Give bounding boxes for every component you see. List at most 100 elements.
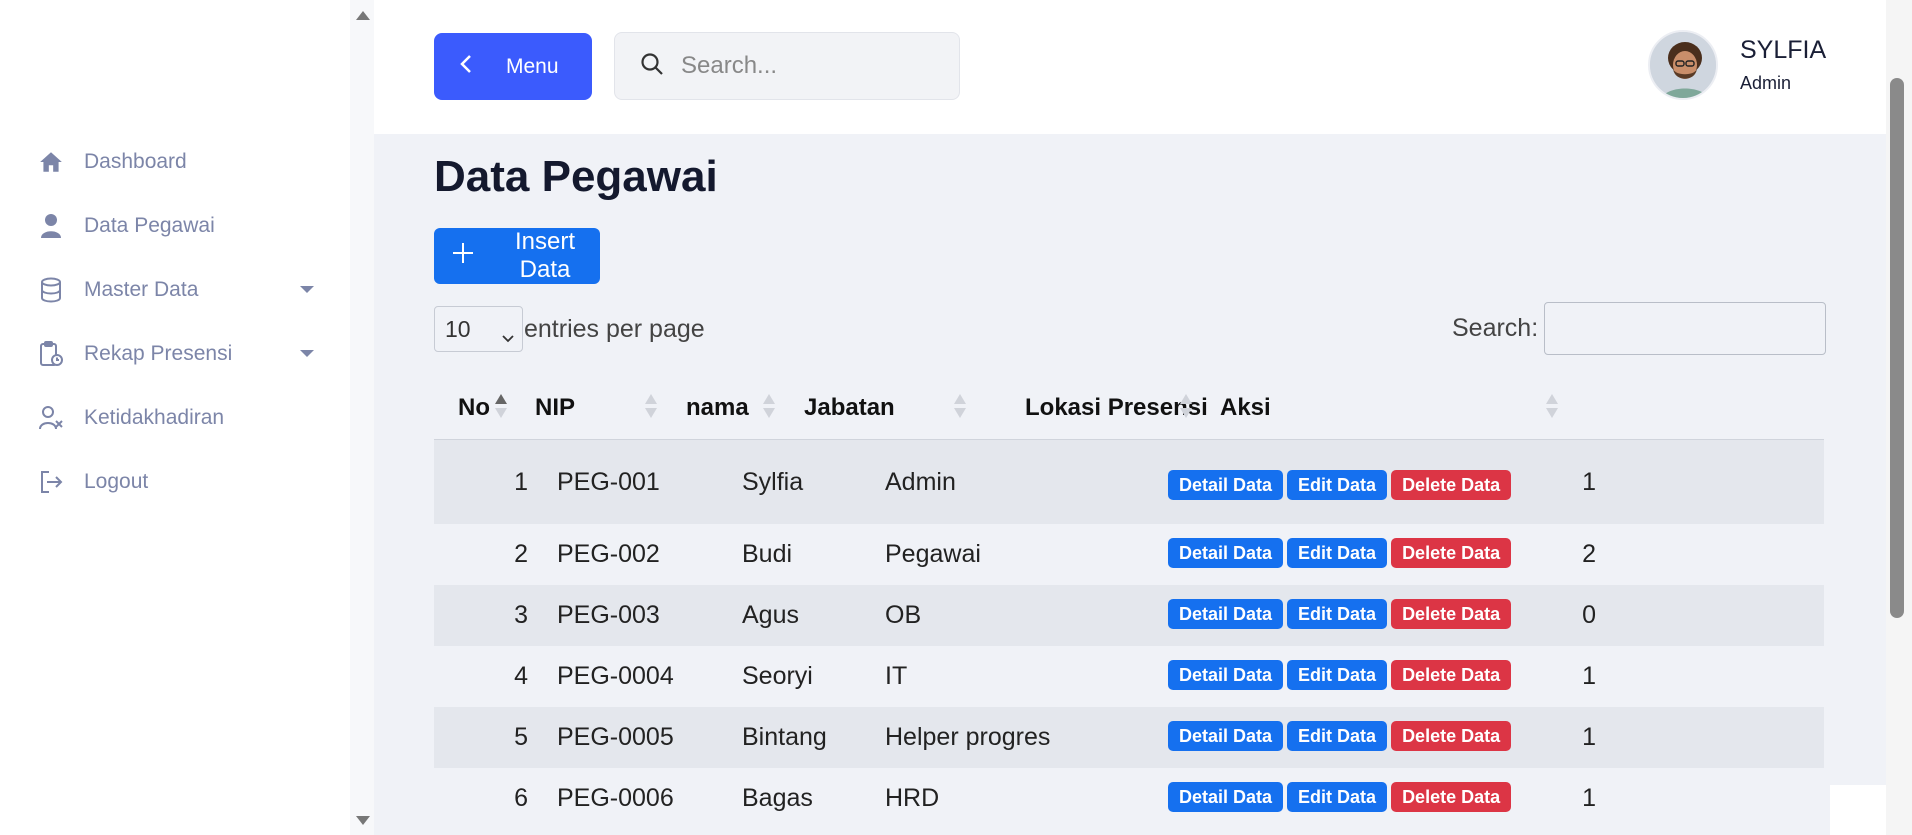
detail-data-button[interactable]: Detail Data	[1168, 599, 1284, 629]
edit-data-button[interactable]: Edit Data	[1287, 538, 1388, 568]
delete-data-button[interactable]: Delete Data	[1391, 599, 1512, 629]
sort-icon[interactable]	[495, 394, 507, 420]
table-row: 1 PEG-001 Sylfia Admin 1 Detail Data Edit Data…	[434, 440, 1824, 524]
sort-icon[interactable]	[645, 394, 657, 420]
sidebar: Dashboard Data Pegawai Master Data Rekap…	[0, 0, 350, 835]
scroll-down-icon[interactable]	[356, 816, 370, 825]
avatar[interactable]	[1648, 30, 1718, 100]
delete-data-button[interactable]: Delete Data	[1391, 470, 1512, 500]
cell-nama: Sylfia	[742, 468, 804, 496]
row-actions: Detail Data Edit Data Delete Data	[1168, 599, 1515, 629]
cell-no: 1	[514, 468, 528, 496]
edit-data-button[interactable]: Edit Data	[1287, 721, 1388, 751]
user-profile[interactable]: SYLFIA Admin	[1648, 30, 1826, 100]
column-header-nama[interactable]: nama	[686, 394, 749, 422]
sidebar-item-label: Rekap Presensi	[84, 342, 233, 365]
edit-data-button[interactable]: Edit Data	[1287, 470, 1388, 500]
row-actions: Detail Data Edit Data Delete Data	[1168, 660, 1515, 690]
sidebar-item-label: Data Pegawai	[84, 214, 215, 237]
page-title: Data Pegawai	[434, 152, 718, 201]
delete-data-button[interactable]: Delete Data	[1391, 721, 1512, 751]
delete-data-button[interactable]: Delete Data	[1391, 782, 1512, 812]
sidebar-item-data-pegawai[interactable]: Data Pegawai	[36, 194, 326, 258]
table-row: 3 PEG-003 Agus OB 0 Detail Data Edit Data Delet…	[434, 585, 1824, 646]
table-row: 4 PEG-0004 Seoryi IT 1 Detail Data Edit Data De…	[434, 646, 1824, 707]
detail-data-button[interactable]: Detail Data	[1168, 782, 1284, 812]
corner-panel	[1830, 785, 1886, 835]
row-actions: Detail Data Edit Data Delete Data	[1168, 538, 1515, 568]
cell-no: 6	[514, 784, 528, 812]
sidebar-item-logout[interactable]: Logout	[36, 450, 326, 514]
delete-data-button[interactable]: Delete Data	[1391, 660, 1512, 690]
sidebar-nav: Dashboard Data Pegawai Master Data Rekap…	[36, 130, 326, 514]
row-actions: Detail Data Edit Data Delete Data	[1168, 470, 1515, 500]
detail-data-button[interactable]: Detail Data	[1168, 721, 1284, 751]
menu-label: Menu	[506, 54, 559, 78]
cell-jabatan: IT	[885, 662, 908, 690]
column-header-aksi[interactable]: Aksi	[1220, 394, 1271, 422]
table-row: 2 PEG-002 Budi Pegawai 2 Detail Data Edit Data…	[434, 524, 1824, 585]
clipboard-clock-icon	[36, 339, 66, 369]
detail-data-button[interactable]: Detail Data	[1168, 470, 1284, 500]
sort-icon[interactable]	[1546, 394, 1558, 420]
cell-jabatan: Admin	[885, 468, 956, 496]
column-header-jabatan[interactable]: Jabatan	[804, 394, 895, 422]
topbar: Menu SYLFIA Admin	[374, 0, 1886, 134]
cell-jabatan: Pegawai	[885, 540, 981, 568]
sidebar-item-label: Dashboard	[84, 150, 187, 173]
edit-data-button[interactable]: Edit Data	[1287, 782, 1388, 812]
cell-nip: PEG-0006	[557, 784, 674, 812]
cell-jabatan: HRD	[885, 784, 940, 812]
header-search[interactable]	[614, 32, 960, 100]
detail-data-button[interactable]: Detail Data	[1168, 660, 1284, 690]
scroll-up-icon[interactable]	[356, 11, 370, 20]
table-header: No NIP nama Jabatan Lokasi Presensi Aksi	[434, 376, 1824, 440]
sidebar-item-ketidakhadiran[interactable]: Ketidakhadiran	[36, 386, 326, 450]
chevron-left-icon	[460, 54, 472, 80]
entries-value: 10	[445, 315, 471, 342]
sort-icon[interactable]	[763, 394, 775, 420]
main-content: Menu SYLFIA Admin	[374, 0, 1886, 835]
sort-icon[interactable]	[1180, 394, 1192, 420]
entries-label: entries per page	[524, 314, 705, 343]
table-search: Search:	[1452, 302, 1827, 355]
table-search-input[interactable]	[1544, 302, 1827, 355]
detail-data-button[interactable]: Detail Data	[1168, 538, 1284, 568]
search-icon	[639, 51, 665, 82]
sort-icon[interactable]	[954, 394, 966, 420]
sidebar-item-dashboard[interactable]: Dashboard	[36, 130, 326, 194]
employee-table: No NIP nama Jabatan Lokasi Presensi Aksi…	[434, 376, 1824, 829]
row-actions: Detail Data Edit Data Delete Data	[1168, 721, 1515, 751]
cell-nip: PEG-003	[557, 601, 660, 629]
cell-nip: PEG-0005	[557, 723, 674, 751]
cell-nama: Bintang	[742, 723, 827, 751]
sidebar-scrollbar[interactable]	[350, 0, 374, 835]
chevron-down-icon	[300, 350, 314, 357]
table-search-label: Search:	[1452, 314, 1539, 342]
table-row: 5 PEG-0005 Bintang Helper progres 1 Detail Da…	[434, 707, 1824, 768]
cell-nama: Bagas	[742, 784, 813, 812]
cell-nama: Budi	[742, 540, 793, 568]
insert-data-label: Insert Data	[514, 228, 576, 283]
insert-data-button[interactable]: Insert Data	[434, 228, 600, 284]
entries-select[interactable]: 10	[434, 306, 523, 352]
page-scrollbar[interactable]	[1886, 0, 1912, 835]
sidebar-item-label: Ketidakhadiran	[84, 406, 225, 429]
edit-data-button[interactable]: Edit Data	[1287, 660, 1388, 690]
edit-data-button[interactable]: Edit Data	[1287, 599, 1388, 629]
search-input[interactable]	[681, 52, 931, 80]
scrollbar-thumb[interactable]	[1890, 78, 1904, 618]
delete-data-button[interactable]: Delete Data	[1391, 538, 1512, 568]
entries-per-page: 10 entries per page	[434, 306, 705, 352]
column-header-no[interactable]: No	[458, 394, 490, 422]
menu-button[interactable]: Menu	[434, 33, 592, 100]
plus-icon	[452, 242, 474, 271]
sidebar-item-label: Logout	[84, 470, 149, 493]
sidebar-item-rekap-presensi[interactable]: Rekap Presensi	[36, 322, 326, 386]
chevron-down-icon	[502, 322, 514, 349]
sidebar-item-master-data[interactable]: Master Data	[36, 258, 326, 322]
cell-no: 5	[514, 723, 528, 751]
cell-no: 3	[514, 601, 528, 629]
sidebar-item-label: Master Data	[84, 278, 199, 301]
column-header-nip[interactable]: NIP	[535, 394, 575, 422]
